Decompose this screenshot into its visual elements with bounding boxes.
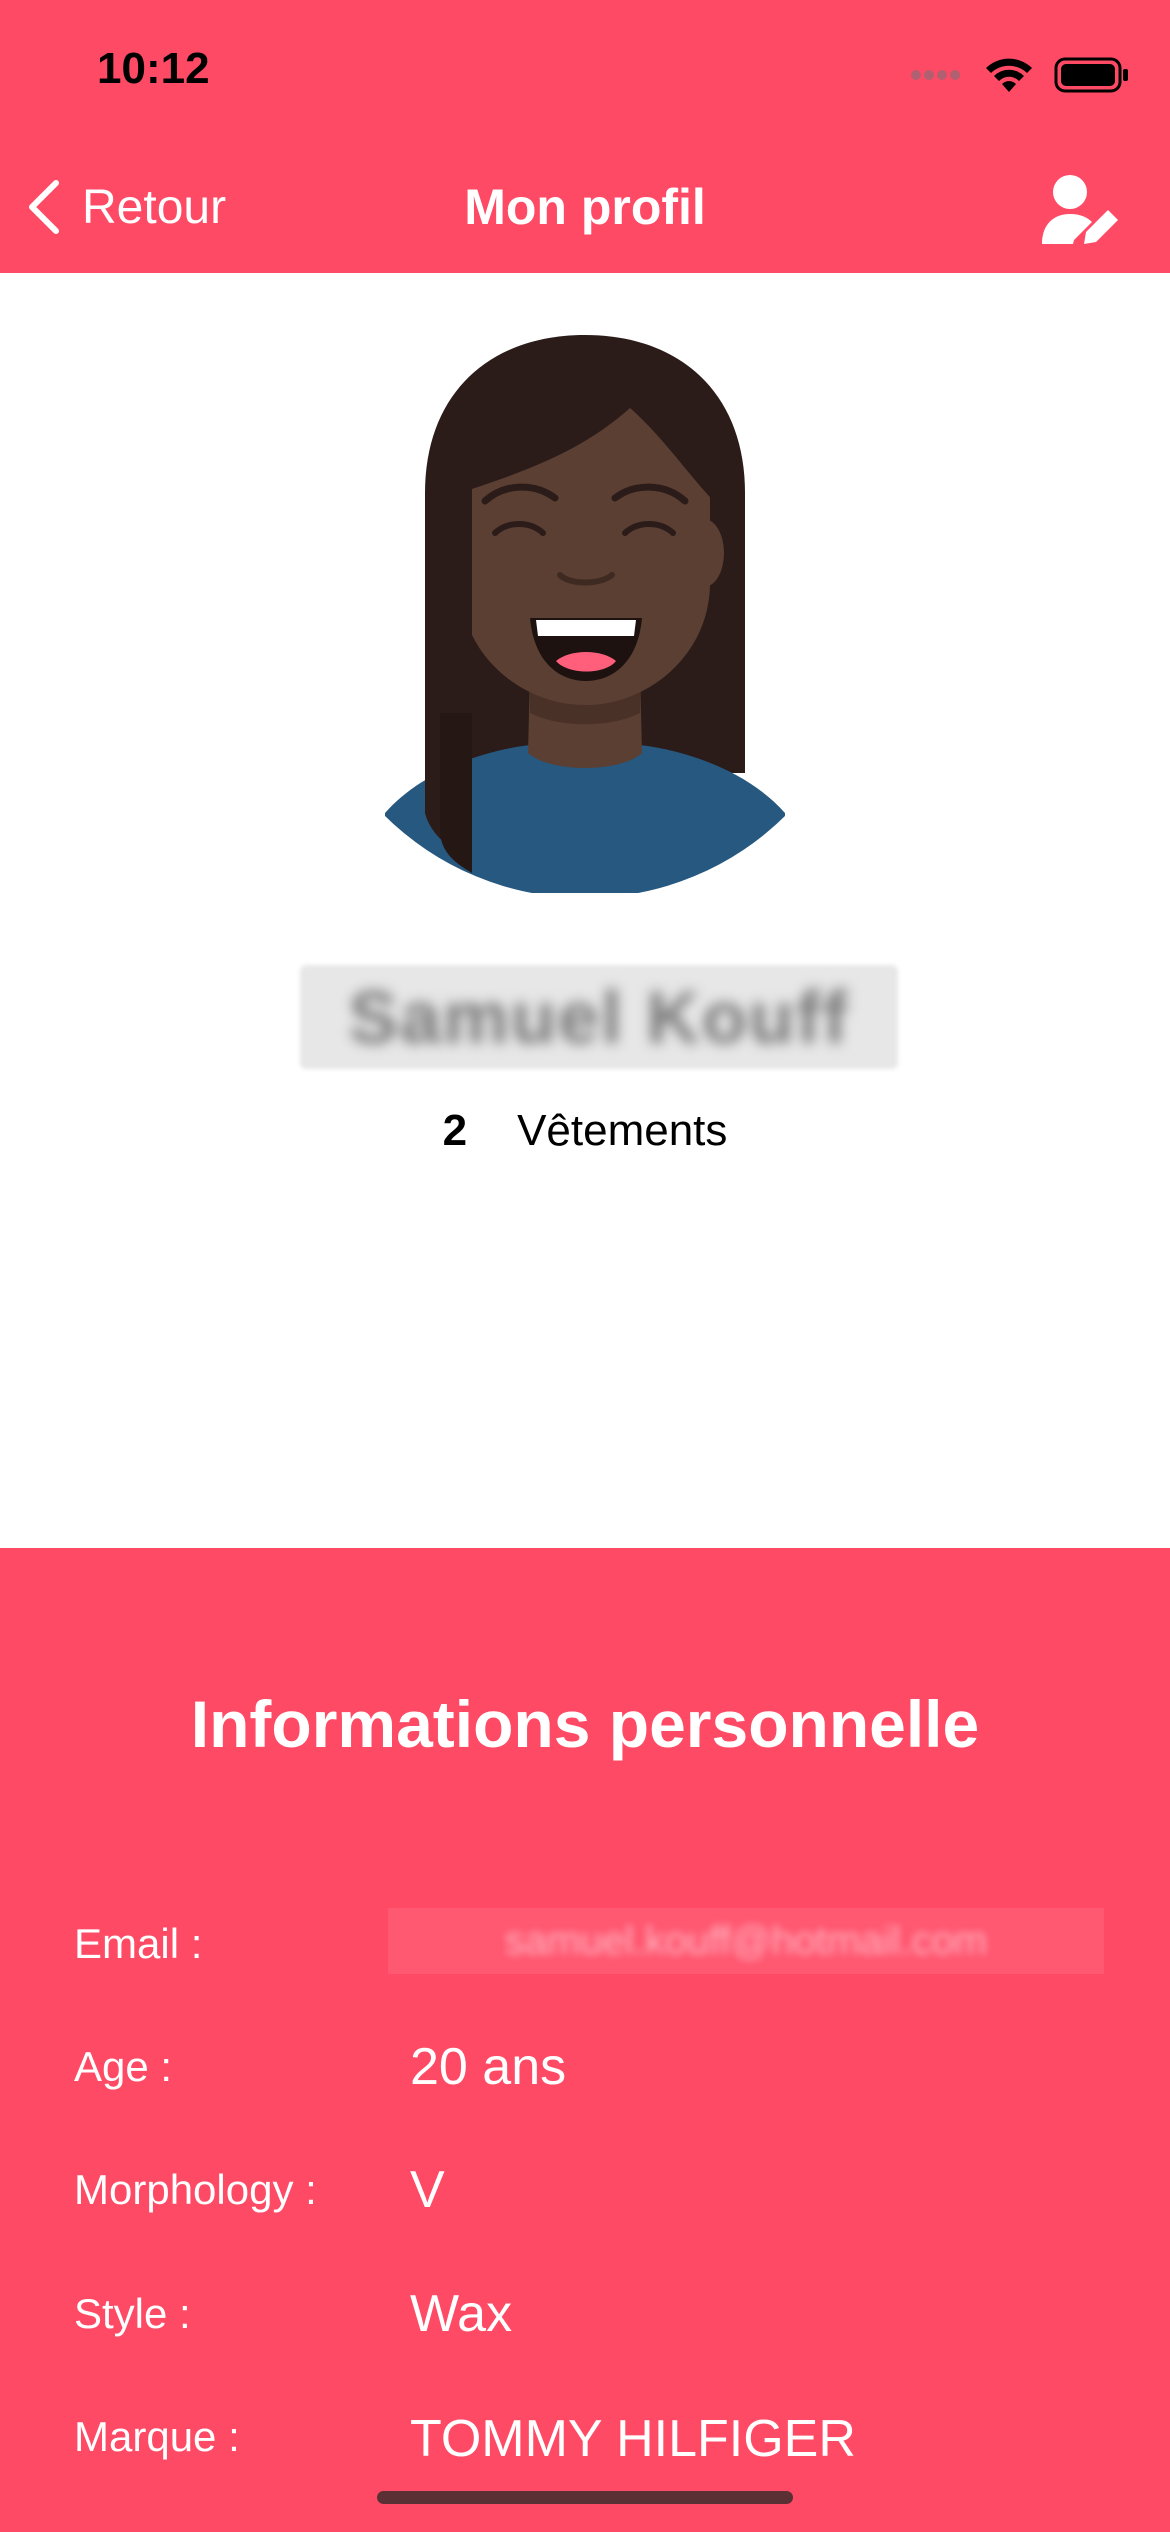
age-value: 20 ans <box>410 2038 567 2096</box>
profile-avatar <box>385 335 785 893</box>
profile-section: Samuel Kouff 2 Vêtements <box>0 273 1170 1548</box>
cellular-signal-icon <box>911 70 960 80</box>
profile-name-text: Samuel Kouff <box>348 975 850 1059</box>
status-icons <box>910 52 1130 98</box>
personal-info-section: Informations personnelle Email : samuel.… <box>0 1548 1170 2532</box>
morphology-label: Morphology : <box>74 2166 317 2213</box>
wifi-icon <box>986 58 1032 92</box>
email-value: samuel.kouff@hotmail.com <box>388 1908 1104 1974</box>
style-label: Style : <box>74 2290 191 2337</box>
email-label: Email : <box>74 1920 203 1967</box>
section-title: Informations personnelle <box>190 1687 980 1761</box>
brand-label: Marque : <box>74 2413 240 2460</box>
clothes-count-number: 2 <box>442 1106 468 1155</box>
email-value-text: samuel.kouff@hotmail.com <box>504 1918 988 1963</box>
clothes-count-label: Vêtements <box>517 1106 728 1155</box>
page-title: Mon profil <box>464 179 706 235</box>
home-indicator[interactable] <box>377 2491 793 2504</box>
header-bar: 10:12 Retour Mon profil <box>0 0 1170 273</box>
profile-name: Samuel Kouff <box>300 965 898 1069</box>
clothes-count: 2 Vêtements <box>0 1106 1170 1156</box>
morphology-value: V <box>410 2161 445 2219</box>
edit-profile-button[interactable] <box>1040 172 1120 248</box>
user-edit-icon <box>1042 175 1118 244</box>
status-time: 10:12 <box>97 44 210 93</box>
style-value: Wax <box>410 2285 513 2343</box>
battery-icon <box>1054 57 1128 93</box>
age-label: Age : <box>74 2043 173 2090</box>
brand-value: TOMMY HILFIGER <box>410 2410 856 2468</box>
